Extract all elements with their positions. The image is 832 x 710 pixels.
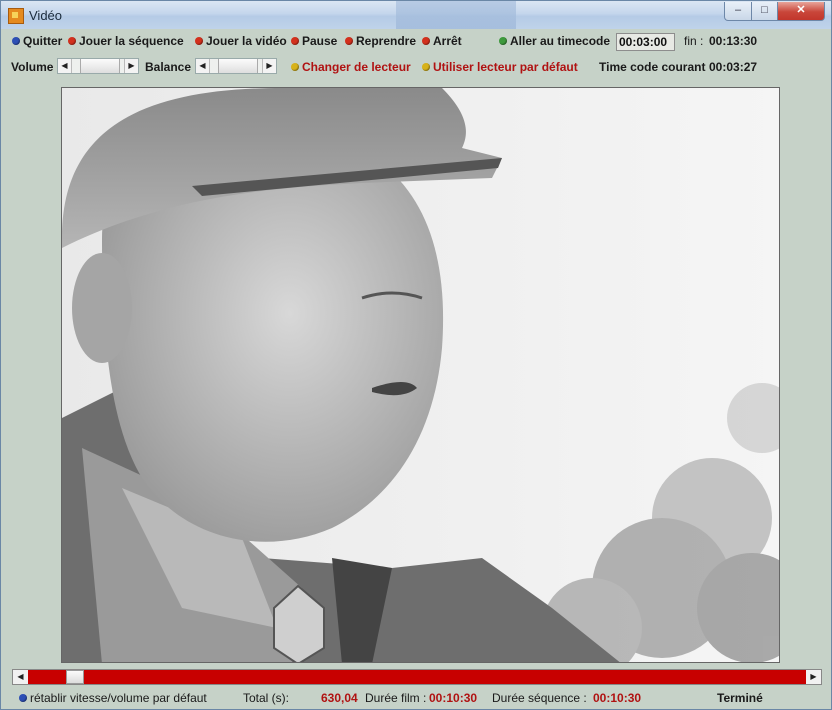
bullet-icon [12,37,20,45]
quit-button[interactable]: Quitter [12,34,62,48]
bullet-icon [19,694,27,702]
background-window-ghost [396,1,516,29]
volume-thumb[interactable] [80,59,120,73]
default-player-button[interactable]: Utiliser lecteur par défaut [422,60,578,74]
total-value: 630,04 [321,691,358,705]
current-timecode-value: 00:03:27 [709,60,758,74]
arrow-left-icon[interactable]: ◀ [13,670,28,684]
default-player-label: Utiliser lecteur par défaut [433,60,578,74]
play-video-label: Jouer la vidéo [206,34,287,48]
end-timecode: 00:13:30 [709,34,758,48]
volume-label: Volume [11,60,54,74]
arrow-left-icon[interactable]: ◀ [196,59,210,73]
goto-timecode-button[interactable]: Aller au timecode [499,34,610,48]
resume-label: Reprendre [356,34,417,48]
total-label: Total (s): [243,691,290,705]
volume-slider[interactable]: ◀ ▶ [57,58,139,74]
bullet-icon [195,37,203,45]
maximize-button[interactable]: □ [751,2,778,21]
play-sequence-button[interactable]: Jouer la séquence [68,34,184,48]
timecode-input[interactable] [616,33,675,51]
balance-label: Balance [145,60,192,74]
play-sequence-label: Jouer la séquence [79,34,184,48]
minimize-button[interactable]: – [724,2,752,21]
reset-label: rétablir vitesse/volume par défaut [30,691,207,705]
close-button[interactable]: ✕ [777,2,825,21]
seek-bar[interactable]: ◀ ▶ [12,669,822,685]
seek-thumb[interactable] [66,670,84,684]
goto-timecode-label: Aller au timecode [510,34,611,48]
pause-label: Pause [302,34,338,48]
bullet-icon [291,37,299,45]
balance-thumb[interactable] [218,59,258,73]
current-timecode-label: Time code courant [599,60,706,74]
balance-slider[interactable]: ◀ ▶ [195,58,277,74]
sequence-duration-value: 00:10:30 [593,691,642,705]
end-separator: : [700,34,704,48]
arrow-left-icon[interactable]: ◀ [58,59,72,73]
window-title: Vidéo [29,8,63,23]
pause-button[interactable]: Pause [291,34,337,48]
reset-button[interactable]: rétablir vitesse/volume par défaut [19,691,207,705]
video-frame[interactable] [61,87,780,663]
bullet-icon [422,37,430,45]
quit-label: Quitter [23,34,63,48]
video-window: Vidéo – □ ✕ Quitter Jouer la séquence Jo… [0,0,832,710]
video-image [62,88,779,662]
film-duration-label: Durée film : [365,691,427,705]
stop-button[interactable]: Arrêt [422,34,462,48]
end-label: fin [684,34,697,48]
sequence-duration-label: Durée séquence : [492,691,587,705]
stop-label: Arrêt [433,34,462,48]
resume-button[interactable]: Reprendre [345,34,416,48]
app-icon [8,8,24,24]
arrow-right-icon[interactable]: ▶ [124,59,138,73]
title-bar[interactable]: Vidéo – □ ✕ [1,1,831,29]
status-text: Terminé [717,691,763,705]
arrow-right-icon[interactable]: ▶ [262,59,276,73]
play-video-button[interactable]: Jouer la vidéo [195,34,287,48]
bullet-icon [291,63,299,71]
change-player-button[interactable]: Changer de lecteur [291,60,411,74]
bullet-icon [68,37,76,45]
bullet-icon [345,37,353,45]
change-player-label: Changer de lecteur [302,60,411,74]
film-duration-value: 00:10:30 [429,691,478,705]
bullet-icon [422,63,430,71]
bullet-icon [499,37,507,45]
arrow-right-icon[interactable]: ▶ [806,670,821,684]
